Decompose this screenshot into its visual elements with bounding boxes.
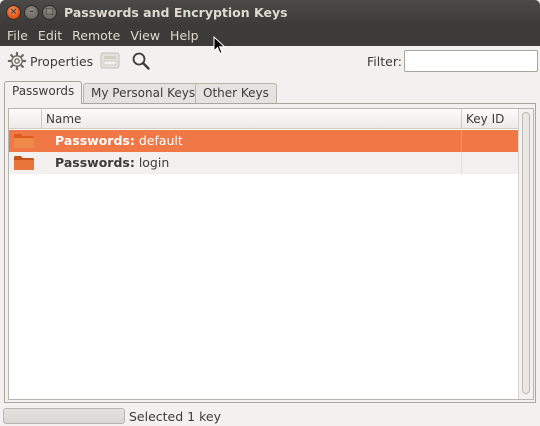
close-icon: × bbox=[9, 7, 18, 17]
status-bar: Selected 1 key bbox=[0, 406, 540, 426]
toolbar: Properties Filter: bbox=[0, 46, 540, 76]
progress-bar bbox=[3, 408, 125, 424]
tab-panel: Name Key ID Passwords: default Passwords… bbox=[4, 103, 536, 403]
column-header-name[interactable]: Name bbox=[41, 109, 461, 129]
tab-other-keys[interactable]: Other Keys bbox=[195, 83, 277, 103]
properties-button[interactable]: Properties bbox=[7, 51, 93, 71]
export-button[interactable] bbox=[99, 51, 121, 71]
vertical-scrollbar[interactable] bbox=[518, 109, 533, 399]
tab-my-personal-keys[interactable]: My Personal Keys bbox=[83, 83, 204, 103]
mouse-pointer-icon bbox=[213, 36, 226, 55]
minimize-icon: – bbox=[29, 7, 34, 17]
keys-tree-view[interactable]: Name Key ID Passwords: default Passwords… bbox=[8, 108, 534, 400]
find-remote-keys-button[interactable] bbox=[131, 51, 151, 71]
menu-file[interactable]: File bbox=[2, 28, 33, 43]
scrollbar-track[interactable] bbox=[522, 112, 530, 394]
properties-label: Properties bbox=[30, 53, 94, 69]
gear-icon bbox=[7, 51, 27, 71]
tab-strip: Passwords My Personal Keys Other Keys bbox=[4, 81, 536, 104]
magnifier-icon bbox=[132, 52, 150, 70]
status-text: Selected 1 key bbox=[129, 409, 221, 424]
window-title: Passwords and Encryption Keys bbox=[64, 5, 288, 20]
menu-remote[interactable]: Remote bbox=[67, 28, 125, 43]
title-bar: × – □ Passwords and Encryption Keys bbox=[0, 0, 540, 25]
folder-icon bbox=[13, 155, 35, 174]
folder-icon bbox=[13, 133, 35, 152]
column-header-icon[interactable] bbox=[9, 109, 41, 129]
row-key-id bbox=[461, 130, 519, 152]
filter-label: Filter: bbox=[367, 54, 402, 69]
maximize-icon: □ bbox=[45, 7, 54, 17]
table-row[interactable]: Passwords: login bbox=[9, 152, 519, 174]
tab-passwords[interactable]: Passwords bbox=[4, 81, 83, 104]
table-header: Name Key ID bbox=[9, 109, 519, 129]
export-icon bbox=[100, 52, 120, 69]
menu-bar: File Edit Remote View Help bbox=[0, 25, 540, 46]
maximize-window-button[interactable]: □ bbox=[42, 5, 57, 20]
column-header-key-id[interactable]: Key ID bbox=[461, 109, 519, 129]
table-row[interactable]: Passwords: default bbox=[9, 130, 519, 152]
row-name: Passwords: default bbox=[55, 133, 183, 148]
row-name: Passwords: login bbox=[55, 155, 170, 170]
close-window-button[interactable]: × bbox=[6, 5, 21, 20]
minimize-window-button[interactable]: – bbox=[24, 5, 39, 20]
row-key-id bbox=[461, 152, 519, 174]
menu-edit[interactable]: Edit bbox=[33, 28, 67, 43]
menu-view[interactable]: View bbox=[125, 28, 165, 43]
filter-input[interactable] bbox=[404, 50, 538, 72]
menu-help[interactable]: Help bbox=[165, 28, 204, 43]
